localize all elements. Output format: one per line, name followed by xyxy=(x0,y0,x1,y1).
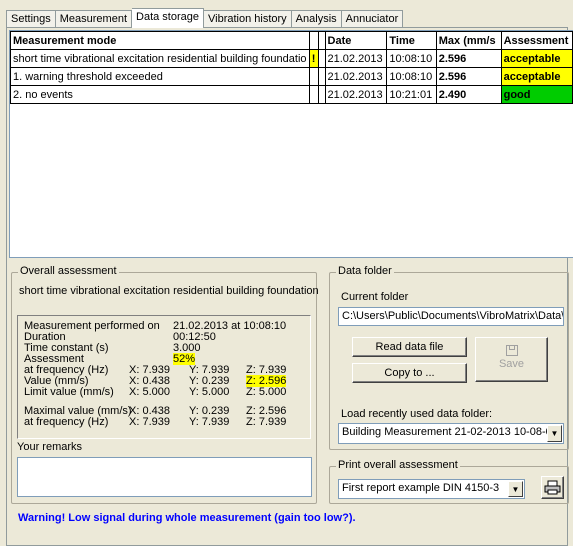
report-template-dropdown[interactable]: First report example DIN 4150-3 ▼ xyxy=(338,479,525,499)
assessment-description: short time vibrational excitation reside… xyxy=(19,285,319,297)
chevron-down-icon[interactable]: ▼ xyxy=(547,425,562,442)
cell-time: 10:08:10 xyxy=(386,67,437,86)
cell-assessment: acceptable xyxy=(500,67,573,86)
tab-vibration-history[interactable]: Vibration history xyxy=(204,10,292,28)
limit-x: X: 5.000 xyxy=(129,386,170,398)
printer-icon xyxy=(544,480,561,495)
cell-time: 10:21:01 xyxy=(386,85,437,104)
cell-mode: short time vibrational excitation reside… xyxy=(10,49,310,68)
print-assessment-legend: Print overall assessment xyxy=(336,459,460,471)
current-folder-field[interactable]: C:\Users\Public\Documents\VibroMatrix\Da… xyxy=(338,307,564,326)
print-button[interactable] xyxy=(541,476,564,499)
recent-folder-label: Load recently used data folder: xyxy=(341,408,493,420)
column-header-date[interactable]: Date xyxy=(324,31,388,50)
chevron-down-icon[interactable]: ▼ xyxy=(508,481,523,497)
tab-analysis[interactable]: Analysis xyxy=(291,10,342,28)
cell-flag xyxy=(308,67,319,86)
table-row[interactable]: short time vibrational excitation reside… xyxy=(10,49,573,68)
max-frequency-z: Z: 7.939 xyxy=(246,416,287,428)
measurement-table: Measurement mode Date Time Max (mm/s Ass… xyxy=(9,30,573,258)
warning-flag-icon: ! xyxy=(308,49,319,68)
overall-assessment-group: Overall assessment short time vibrationa… xyxy=(11,265,319,504)
current-folder-label: Current folder xyxy=(341,291,409,303)
tab-data-storage[interactable]: Data storage xyxy=(132,8,204,28)
cell-max: 2.596 xyxy=(435,49,502,68)
overall-assessment-legend: Overall assessment xyxy=(18,265,119,277)
column-header-flag[interactable] xyxy=(308,31,319,50)
floppy-disk-icon xyxy=(505,345,518,356)
cell-mode: 2. no events xyxy=(10,85,310,104)
cell-date: 21.02.2013 xyxy=(324,49,388,68)
copy-to-button[interactable]: Copy to ... xyxy=(352,363,467,383)
column-header-flag2[interactable] xyxy=(317,31,326,50)
tab-settings[interactable]: Settings xyxy=(6,10,56,28)
remarks-textarea[interactable] xyxy=(17,457,312,497)
assessment-details-box: Measurement performed on 21.02.2013 at 1… xyxy=(17,315,311,439)
column-header-mode[interactable]: Measurement mode xyxy=(10,31,310,50)
data-folder-group: Data folder Current folder C:\Users\Publ… xyxy=(329,265,569,450)
cell-assessment: acceptable xyxy=(500,49,573,68)
cell-assessment: good xyxy=(500,85,573,104)
column-header-max[interactable]: Max (mm/s xyxy=(435,31,502,50)
tab-bar: Settings Measurement Data storage Vibrat… xyxy=(6,8,404,28)
cell-date: 21.02.2013 xyxy=(324,85,388,104)
limit-label: Limit value (mm/s) xyxy=(24,386,114,398)
report-template-value: First report example DIN 4150-3 xyxy=(342,482,500,494)
recent-folder-value: Building Measurement 21-02-2013 10-08-04 xyxy=(342,426,558,438)
print-assessment-group: Print overall assessment First report ex… xyxy=(329,459,569,504)
cell-max: 2.490 xyxy=(435,85,502,104)
data-folder-legend: Data folder xyxy=(336,265,394,277)
table-header-row: Measurement mode Date Time Max (mm/s Ass… xyxy=(10,31,573,50)
cell-empty xyxy=(317,85,326,104)
max-frequency-x: X: 7.939 xyxy=(129,416,170,428)
cell-time: 10:08:10 xyxy=(386,49,437,68)
tab-annuciator[interactable]: Annuciator xyxy=(341,10,404,28)
limit-y: Y: 5.000 xyxy=(189,386,230,398)
warning-message: Warning! Low signal during whole measure… xyxy=(18,512,356,524)
cell-empty xyxy=(317,49,326,68)
table-row[interactable]: 2. no events 21.02.2013 10:21:01 2.490 g… xyxy=(10,85,573,104)
cell-empty xyxy=(317,67,326,86)
limit-z: Z: 5.000 xyxy=(246,386,287,398)
save-button[interactable]: Save xyxy=(475,337,548,382)
save-button-label: Save xyxy=(498,358,525,370)
column-header-assessment[interactable]: Assessment xyxy=(500,31,573,50)
column-header-time[interactable]: Time xyxy=(386,31,437,50)
cell-max: 2.596 xyxy=(435,67,502,86)
remarks-label: Your remarks xyxy=(17,441,83,453)
max-frequency-label: at frequency (Hz) xyxy=(24,416,109,428)
tab-measurement[interactable]: Measurement xyxy=(55,10,133,28)
cell-flag xyxy=(308,85,319,104)
cell-date: 21.02.2013 xyxy=(324,67,388,86)
cell-mode: 1. warning threshold exceeded xyxy=(10,67,310,86)
table-row[interactable]: 1. warning threshold exceeded 21.02.2013… xyxy=(10,67,573,86)
read-data-file-button[interactable]: Read data file xyxy=(352,337,467,357)
recent-folder-dropdown[interactable]: Building Measurement 21-02-2013 10-08-04… xyxy=(338,423,564,444)
max-frequency-y: Y: 7.939 xyxy=(189,416,230,428)
